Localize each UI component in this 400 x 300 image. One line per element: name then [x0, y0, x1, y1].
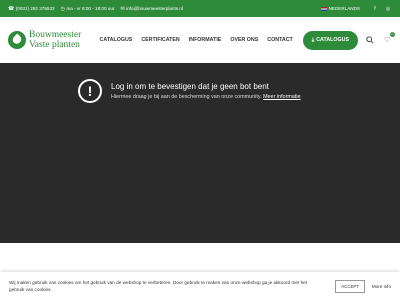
more-info-link[interactable]: More info — [372, 284, 391, 289]
clock-icon: ◷ — [60, 5, 65, 12]
wishlist-heart-icon[interactable]: ♡ 0 — [382, 32, 395, 45]
nav-item-certificaten[interactable]: CERTIFICATEN — [141, 37, 179, 43]
phone-icon: ☎ — [8, 5, 15, 12]
dutch-flag-icon — [320, 6, 327, 11]
nav-item-informatie[interactable]: INFORMATIE — [189, 37, 222, 43]
logo-line-1: Bouwmeester — [29, 30, 82, 40]
notice-title: Log in om te bevestigen dat je geen bot … — [111, 82, 269, 91]
main-nav: CATALOGUS CERTIFICATEN INFORMATIE OVER O… — [100, 30, 395, 50]
hours-info: ◷ ma - vr 8:00 - 18:00 uur — [61, 6, 115, 12]
cookie-text: Wij maken gebruik van cookies om het geb… — [9, 280, 308, 292]
instagram-icon[interactable]: ◎ — [384, 6, 392, 12]
site-header: Bouwmeester Vaste planten CATALOGUS CERT… — [0, 17, 400, 63]
phone-number: (0031) 252 375533 — [15, 6, 55, 11]
logo-line-2: Vaste planten — [29, 40, 80, 50]
mail-icon: ✉ — [120, 5, 125, 12]
opening-hours: ma - vr 8:00 - 18:00 uur — [66, 6, 115, 11]
site-logo[interactable]: Bouwmeester Vaste planten — [8, 30, 81, 50]
download-icon: ⤓ — [311, 36, 315, 43]
facebook-icon[interactable]: f — [371, 6, 379, 12]
catalogus-download-button[interactable]: ⤓ CATALOGUS — [302, 30, 358, 50]
bot-check-notice: ! Log in om te bevestigen dat je geen bo… — [78, 79, 301, 103]
nav-item-over-ons[interactable]: OVER ONS — [230, 37, 258, 43]
more-information-link[interactable]: Meer informatie — [263, 94, 300, 100]
exclamation-icon: ! — [78, 79, 102, 103]
top-bar: ☎ (0031) 252 375533 ◷ ma - vr 8:00 - 18:… — [0, 0, 400, 17]
wishlist-count-badge: 0 — [390, 32, 395, 37]
notice-text: Hiermee draag je bij aan de bescherming … — [111, 94, 262, 100]
language-switcher[interactable]: NEDERLANDS — [320, 6, 360, 11]
nav-item-contact[interactable]: CONTACT — [267, 37, 293, 43]
search-icon[interactable] — [365, 35, 375, 45]
nav-item-catalogus[interactable]: CATALOGUS — [100, 37, 133, 43]
language-label: NEDERLANDS — [328, 6, 360, 11]
accept-cookies-button[interactable]: ACCEPT — [335, 279, 365, 293]
catalogus-button-label: CATALOGUS — [316, 37, 349, 43]
leaf-logo-icon — [8, 31, 26, 49]
email-address: info@bouwmeesterplants.nl — [126, 6, 183, 11]
email-info[interactable]: ✉ info@bouwmeesterplants.nl — [120, 6, 182, 12]
phone-info[interactable]: ☎ (0031) 252 375533 — [8, 6, 55, 12]
cookie-banner: Wij maken gebruik van cookies om het geb… — [0, 272, 400, 300]
